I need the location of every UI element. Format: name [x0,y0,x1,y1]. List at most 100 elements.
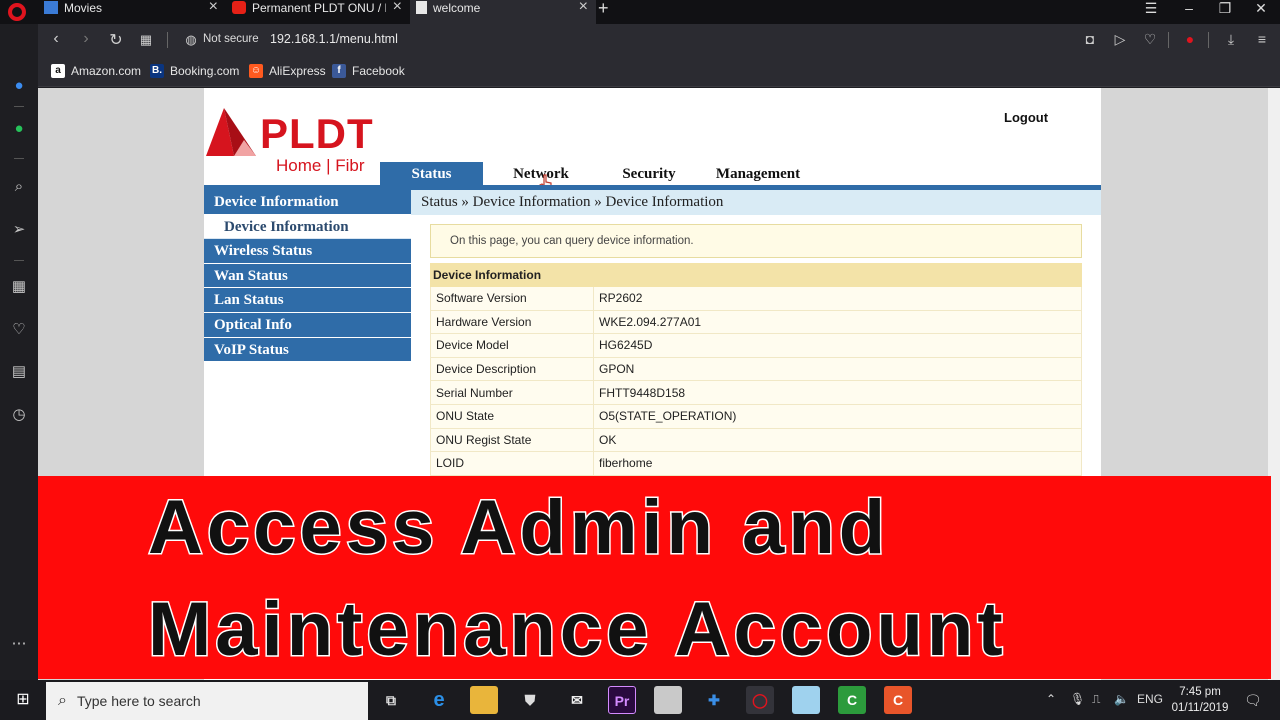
menu-lan-status[interactable]: Lan Status [204,288,411,313]
heart-icon[interactable]: ♡ [1139,31,1161,48]
tab-menu-icon[interactable]: ☰ [1136,0,1166,16]
row-value: WKE2.094.277A01 [593,309,1082,335]
restore-icon[interactable]: ❐ [1210,0,1240,16]
taskbar-search[interactable]: ⌕ Type here to search [46,682,368,720]
tab-management[interactable]: Management [708,162,808,186]
tab-security[interactable]: Security [606,162,692,186]
info-note: On this page, you can query device infor… [430,224,1082,258]
close-tab-icon[interactable]: × [579,0,588,15]
volume-icon[interactable]: 🔈 [1114,692,1129,706]
close-tab-icon[interactable]: × [393,0,402,15]
easy-setup-icon[interactable]: ≡ [1251,31,1273,47]
back-icon[interactable]: ‹ [45,30,67,48]
page-icon [416,1,427,14]
store-icon[interactable]: ⛊ [516,686,544,714]
row-key: Device Model [430,333,594,358]
app-icon[interactable]: ✚ [700,686,728,714]
globe-icon[interactable]: ◍ [180,32,202,48]
sub-brand: Home | Fibr [276,156,365,175]
facebook-icon: f [332,64,346,78]
language-indicator[interactable]: ENG [1137,692,1163,706]
table-row: Hardware Version WKE2.094.277A01 [430,309,1082,335]
reload-icon[interactable]: ↻ [105,30,127,50]
app-icon[interactable] [792,686,820,714]
opera-taskbar-icon[interactable]: ◯ [746,686,774,714]
app-icon[interactable] [654,686,682,714]
row-key: Software Version [430,286,594,311]
forward-icon[interactable]: › [75,30,97,48]
notification-icon[interactable]: 🗨 [1244,692,1262,709]
premiere-icon[interactable]: Pr [608,686,636,714]
history-icon[interactable]: ◷ [9,405,29,425]
bookmark-label: Facebook [352,64,405,78]
device-info-table: Device Information Software Version RP260… [430,263,1082,476]
menu-device-information[interactable]: Device Information [204,190,411,215]
table-row: LOID fiberhome [430,451,1082,476]
windows-start-icon[interactable]: ⊞ [0,680,46,720]
tab-title: welcome [433,1,481,15]
bookmark-label: Booking.com [170,64,240,78]
divider [1208,32,1209,48]
row-key: LOID [430,451,594,476]
messenger-icon[interactable]: ● [9,76,29,96]
app-icon[interactable]: C [884,686,912,714]
new-tab-icon[interactable]: + [598,0,609,19]
row-key: Hardware Version [430,309,594,335]
menu-voip-status[interactable]: VoIP Status [204,337,411,363]
search-icon[interactable]: ⌕ [9,177,29,197]
not-secure-label[interactable]: Not secure [203,33,259,45]
heart-icon[interactable]: ♡ [9,320,29,340]
edge-icon[interactable]: e [425,686,453,714]
search-icon: ⌕ [58,692,67,709]
menu-optical-info[interactable]: Optical Info [204,312,411,338]
file-explorer-icon[interactable] [470,686,498,714]
table-row: Software Version RP2602 [430,286,1082,311]
close-window-icon[interactable]: ✕ [1246,0,1276,16]
booking-icon: B. [150,64,164,78]
bookmark-facebook[interactable]: f Facebook [332,64,405,78]
tab-title: Movies [64,1,103,15]
clock[interactable]: 7:45 pm 01/11/2019 [1168,684,1232,716]
camtasia-icon[interactable]: C [838,686,866,714]
bookmark-booking[interactable]: B. Booking.com [150,64,239,78]
tab-welcome[interactable]: welcome × [410,0,596,24]
chevron-up-icon[interactable]: ⌃ [1046,692,1056,706]
brand-name: PLDT [260,110,374,157]
close-tab-icon[interactable]: × [209,0,218,15]
menu-wan-status[interactable]: Wan Status [204,263,411,289]
opera-menu-icon[interactable] [8,3,26,21]
breadcrumb: Status » Device Information » Device Inf… [411,190,1101,215]
tab-permanent-pldt[interactable]: Permanent PLDT ONU / Fib × [226,0,410,24]
whatsapp-icon[interactable]: ● [9,119,29,139]
row-value: GPON [593,356,1082,382]
menu-wireless-status[interactable]: Wireless Status [204,239,411,264]
task-view-icon[interactable]: ⧉ [377,686,405,714]
aliexpress-icon: ☺ [249,64,263,78]
minimize-icon[interactable]: – [1174,0,1204,16]
banner-line-2: Maintenance Account [147,586,1007,674]
bookmark-amazon[interactable]: a Amazon.com [51,64,141,78]
submenu-device-information[interactable]: Device Information [204,214,411,240]
bookmark-label: AliExpress [269,64,326,78]
more-icon[interactable]: ⋯ [9,634,29,654]
send-icon[interactable]: ➢ [9,220,29,240]
amazon-icon: a [51,64,65,78]
tab-strip: Movies × Permanent PLDT ONU / Fib × welc… [0,0,1280,24]
bookmark-aliexpress[interactable]: ☺ AliExpress [249,64,326,78]
camera-icon[interactable]: ◘ [1079,31,1101,47]
send-icon[interactable]: ▷ [1109,31,1131,48]
logout-link[interactable]: Logout [1004,110,1048,125]
row-value: O5(STATE_OPERATION) [593,403,1082,429]
url-field[interactable]: 192.168.1.1/menu.html [270,32,398,46]
mail-icon[interactable]: ✉ [563,686,591,714]
news-icon[interactable]: ▤ [9,362,29,382]
network-icon[interactable]: ⎍ [1092,692,1100,707]
speed-dial-icon[interactable]: ▦ [9,277,29,297]
vpn-icon[interactable]: ● [1179,31,1201,47]
pldt-logo-icon [206,108,256,156]
tab-movies[interactable]: Movies × [38,0,226,24]
microphone-icon[interactable]: 🎙 [1070,692,1085,706]
tab-status[interactable]: Status [380,162,483,186]
download-icon[interactable]: ⤓ [1220,31,1242,48]
tabs-grid-icon[interactable]: ▦ [135,32,157,48]
